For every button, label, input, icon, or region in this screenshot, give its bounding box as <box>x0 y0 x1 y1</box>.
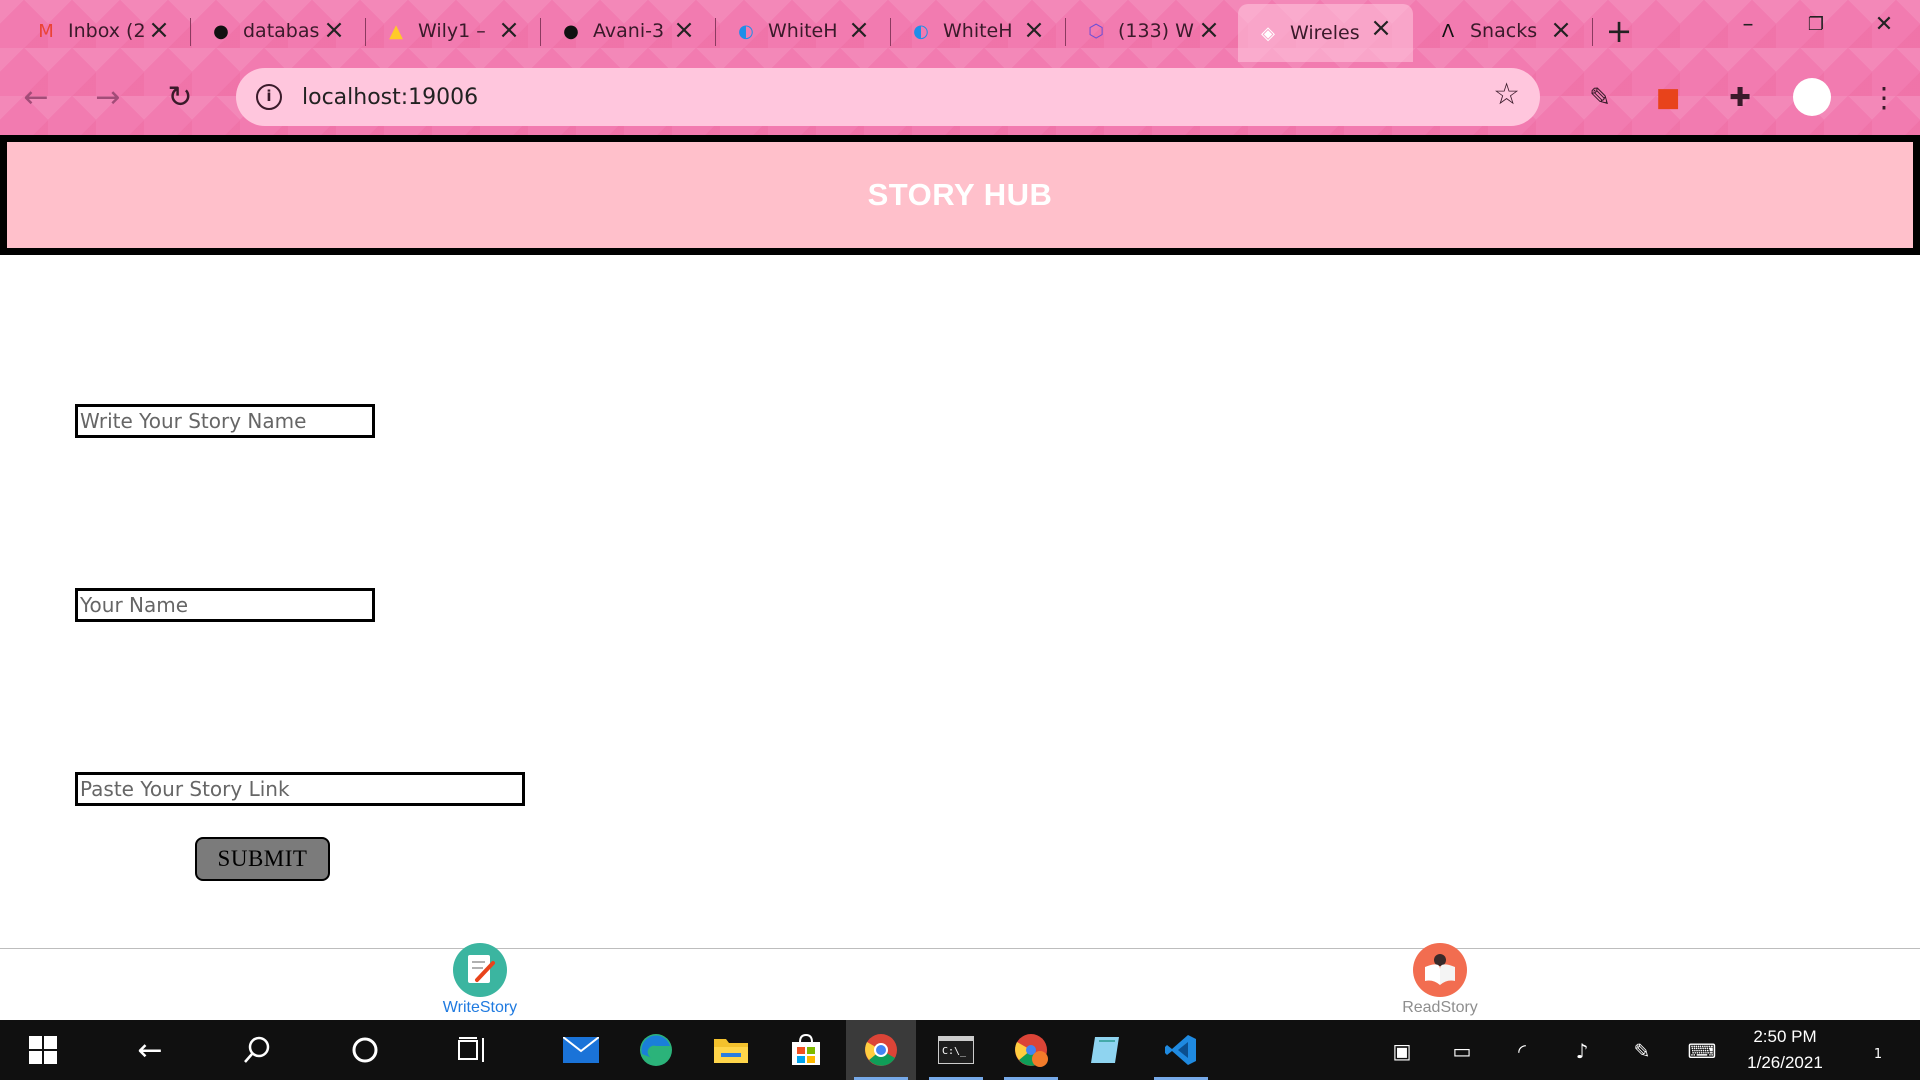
tab-close-icon[interactable]: × <box>1020 16 1048 44</box>
tab-close-icon[interactable]: × <box>495 16 523 44</box>
system-clock[interactable]: 2:50 PM 1/26/2021 <box>1730 1024 1840 1076</box>
wifi-icon[interactable]: ◜ <box>1508 1038 1536 1064</box>
task-view-icon[interactable] <box>438 1020 508 1080</box>
url-text[interactable]: localhost:19006 <box>302 85 478 110</box>
browser-tab[interactable]: ◐ WhiteH × <box>891 6 1066 56</box>
chrome-profile-icon[interactable] <box>996 1020 1066 1080</box>
back-icon[interactable]: ← <box>16 78 56 118</box>
notes-app-icon[interactable] <box>1071 1020 1141 1080</box>
tab-title: databas <box>243 20 320 42</box>
pen-icon[interactable]: ✎ <box>1628 1038 1656 1064</box>
browser-chrome: M Inbox (2 × ● databas × ▲ Wily1 – × ● Avani-3 × ◐ Wh… <box>0 0 1920 135</box>
windows-start-icon[interactable] <box>8 1020 78 1080</box>
vscode-icon[interactable] <box>1146 1020 1216 1080</box>
tab-close-icon[interactable]: × <box>845 16 873 44</box>
browser-menu-icon[interactable]: ⋮ <box>1870 80 1898 116</box>
read-story-label: ReadStory <box>1402 999 1478 1016</box>
tab-title: WhiteH <box>943 20 1013 42</box>
keyboard-icon[interactable]: ⌨ <box>1684 1038 1720 1064</box>
bottom-tab-bar: WriteStory ReadStory <box>0 943 1920 1020</box>
tab-write-story[interactable]: WriteStory <box>420 943 540 1017</box>
window-close-button[interactable]: ✕ <box>1864 10 1904 40</box>
notification-count: 1 <box>1873 1047 1883 1062</box>
browser-tab[interactable]: ▲ Wily1 – × <box>366 6 541 56</box>
submit-button[interactable]: SUBMIT <box>195 837 330 881</box>
browser-tab[interactable]: M Inbox (2 × <box>16 6 191 56</box>
tab-title: (133) W <box>1118 20 1194 42</box>
browser-tab[interactable]: ⬡ (133) W × <box>1066 6 1241 56</box>
clock-time: 2:50 PM <box>1753 1027 1817 1046</box>
expo-snack-icon: Λ <box>1441 20 1455 42</box>
tab-close-icon[interactable]: × <box>1547 16 1575 44</box>
browser-tab[interactable]: ◐ WhiteH × <box>716 6 891 56</box>
story-link-input[interactable] <box>75 772 525 806</box>
tab-close-icon[interactable]: × <box>145 16 173 44</box>
app-icon: ⬡ <box>1088 20 1104 42</box>
gmail-icon: M <box>38 20 54 42</box>
github-icon: ● <box>563 20 579 42</box>
tab-close-icon[interactable]: × <box>670 16 698 44</box>
tab-title: Inbox (2 <box>68 20 146 42</box>
tab-title: WhiteH <box>768 20 838 42</box>
tab-close-icon[interactable]: × <box>1367 14 1395 42</box>
clock-date: 1/26/2021 <box>1747 1053 1823 1072</box>
cortana-icon[interactable] <box>330 1020 400 1080</box>
author-name-input[interactable] <box>75 588 375 622</box>
edge-browser-icon[interactable] <box>621 1020 691 1080</box>
browser-tab[interactable]: ● databas × <box>191 6 366 56</box>
terminal-icon[interactable]: C:\_ <box>921 1020 991 1080</box>
browser-tab[interactable]: ◈ Wireles × <box>1238 4 1413 62</box>
tab-title: Avani-3 <box>593 20 665 42</box>
office-extension-icon[interactable]: ■ <box>1650 80 1686 116</box>
battery-icon[interactable]: ▭ <box>1448 1038 1476 1064</box>
whitehat-icon: ◐ <box>913 20 929 42</box>
tab-close-icon[interactable]: × <box>1195 16 1223 44</box>
volume-icon[interactable]: ♪ <box>1568 1038 1596 1064</box>
chrome-icon[interactable] <box>846 1020 916 1080</box>
expo-icon: ◈ <box>1261 22 1275 44</box>
write-story-icon <box>453 943 507 997</box>
tab-title: Wireles <box>1290 22 1360 44</box>
mail-icon[interactable] <box>546 1020 616 1080</box>
browser-tab[interactable]: Λ Snacks × <box>1418 6 1593 56</box>
tab-close-icon[interactable]: × <box>320 16 348 44</box>
tab-read-story[interactable]: ReadStory <box>1380 943 1500 1017</box>
file-explorer-icon[interactable] <box>696 1020 766 1080</box>
store-icon[interactable] <box>771 1020 841 1080</box>
profile-avatar[interactable] <box>1793 78 1831 116</box>
app-header: STORY HUB <box>0 135 1920 255</box>
restore-button[interactable]: ❐ <box>1796 10 1836 40</box>
search-icon[interactable] <box>222 1020 292 1080</box>
new-tab-button[interactable]: + <box>1602 14 1636 48</box>
windows-taskbar: ← C:\_ ▣ ▭ ◜ ♪ ✎ ⌨ 2:50 PM 1/26/2021 1 <box>0 1020 1920 1080</box>
back-arrow-icon[interactable]: ← <box>115 1020 185 1080</box>
firebase-icon: ▲ <box>389 20 403 42</box>
svg-text:C:\_: C:\_ <box>942 1046 967 1057</box>
whitehat-icon: ◐ <box>738 20 754 42</box>
story-name-input[interactable] <box>75 404 375 438</box>
meet-now-icon[interactable]: ▣ <box>1388 1038 1416 1064</box>
address-bar[interactable]: i localhost:19006 ☆ <box>236 68 1540 126</box>
reload-icon[interactable]: ↻ <box>160 78 200 118</box>
read-story-icon <box>1413 943 1467 997</box>
browser-toolbar: ← → ↻ i localhost:19006 ☆ ✎ ■ ✚ ⋮ <box>0 62 1920 133</box>
site-info-icon[interactable]: i <box>256 84 282 110</box>
github-icon: ● <box>213 20 229 42</box>
write-story-label: WriteStory <box>442 999 518 1016</box>
extensions-puzzle-icon[interactable]: ✚ <box>1722 80 1758 116</box>
tab-separator <box>1592 18 1593 46</box>
minimize-button[interactable]: – <box>1728 10 1768 40</box>
tab-title: Wily1 – <box>418 20 486 42</box>
bookmark-star-icon[interactable]: ☆ <box>1493 80 1520 110</box>
notification-center-icon[interactable]: 1 <box>1860 1038 1896 1064</box>
tab-title: Snacks <box>1470 20 1538 42</box>
eyedropper-extension-icon[interactable]: ✎ <box>1582 80 1618 116</box>
forward-icon[interactable]: → <box>88 78 128 118</box>
browser-tab[interactable]: ● Avani-3 × <box>541 6 716 56</box>
app-title: STORY HUB <box>867 177 1053 212</box>
